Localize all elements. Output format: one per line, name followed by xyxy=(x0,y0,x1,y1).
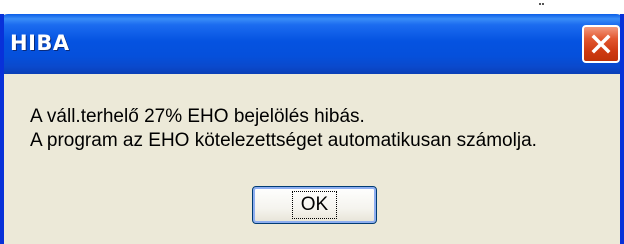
message-area: A váll.terhelő 27% EHO bejelölés hibás. … xyxy=(30,105,537,153)
close-x-icon xyxy=(591,34,611,54)
dialog-title: HIBA xyxy=(10,31,70,55)
ok-button[interactable]: OK xyxy=(252,186,377,224)
screen: HIBA A váll.terhelő 27% EHO bejelölés hi… xyxy=(0,0,624,244)
message-line-2: A program az EHO kötelezettséget automat… xyxy=(30,130,537,151)
title-bar[interactable]: HIBA xyxy=(4,14,620,74)
background-mark xyxy=(539,3,544,5)
error-dialog: HIBA A váll.terhelő 27% EHO bejelölés hi… xyxy=(0,14,624,244)
ok-button-label: OK xyxy=(291,191,338,219)
close-button[interactable] xyxy=(582,25,620,63)
message-line-1: A váll.terhelő 27% EHO bejelölés hibás. xyxy=(30,106,365,127)
